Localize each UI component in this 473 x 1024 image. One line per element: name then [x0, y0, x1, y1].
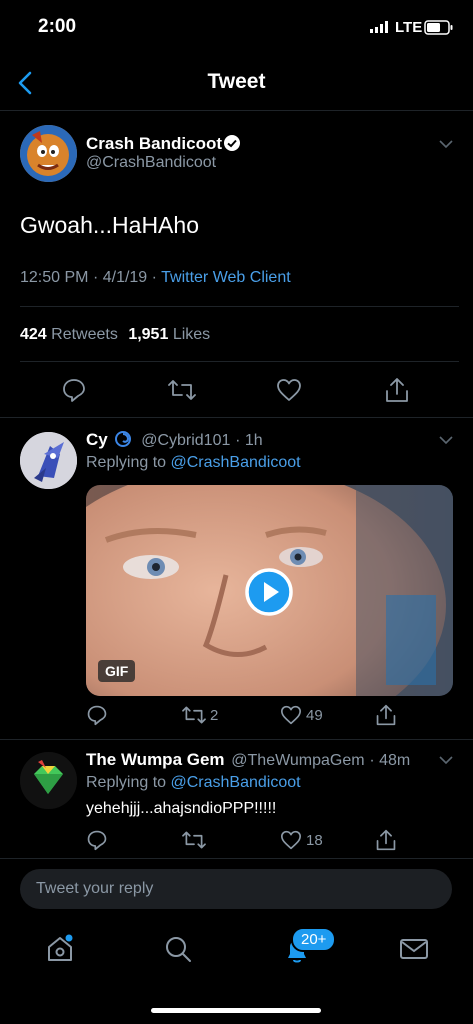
reply-2-handle[interactable]: @TheWumpaGem — [231, 752, 364, 769]
reply-2-text: yehehjjj...ahajsndioPPP!!!!! — [86, 800, 277, 817]
heart-icon — [281, 830, 301, 850]
chevron-down-icon[interactable] — [438, 754, 454, 766]
tab-search[interactable] — [164, 935, 192, 963]
home-icon — [48, 934, 73, 961]
avatar[interactable] — [20, 432, 77, 489]
share-icon — [376, 829, 396, 851]
play-icon — [245, 568, 293, 616]
share-button[interactable] — [375, 828, 397, 852]
reply-2-name[interactable]: The Wumpa Gem — [86, 750, 225, 769]
reply-button[interactable] — [86, 829, 108, 851]
tweet-text: Gwoah...HaHAho — [20, 212, 199, 238]
comment-icon — [87, 705, 107, 726]
retweets-count[interactable]: 424 — [20, 326, 47, 343]
mention-link[interactable]: @CrashBandicoot — [171, 454, 301, 471]
heart-icon — [281, 705, 301, 725]
reply-button[interactable] — [86, 704, 108, 726]
reply-2-replying-to: Replying to @CrashBandicoot — [86, 774, 301, 791]
author-handle[interactable]: @CrashBandicoot — [86, 154, 216, 172]
comment-icon — [87, 830, 107, 851]
signal-icon — [370, 21, 390, 33]
reply-input[interactable]: Tweet your reply — [20, 869, 452, 909]
battery-icon — [424, 20, 454, 35]
play-button[interactable] — [244, 567, 294, 617]
reply-2-time: · 48m — [369, 752, 411, 769]
chevron-down-icon[interactable] — [438, 138, 454, 150]
retweet-button[interactable] — [168, 377, 196, 403]
comment-icon — [63, 379, 85, 402]
tab-messages[interactable] — [399, 937, 429, 961]
reply-2-header: The Wumpa Gem @TheWumpaGem · 48m — [86, 750, 410, 770]
page-title: Tweet — [207, 70, 266, 93]
author-name[interactable]: Crash Bandicoot — [86, 134, 222, 154]
likes-count[interactable]: 1,951 — [128, 326, 168, 343]
retweets-label[interactable]: Retweets — [51, 326, 118, 343]
retweet-count: 2 — [210, 706, 219, 724]
status-time: 2:00 — [38, 16, 77, 37]
reply-1-handle[interactable]: @Cybrid101 — [141, 432, 230, 449]
retweet-icon — [168, 380, 196, 400]
chevron-down-icon[interactable] — [438, 434, 454, 446]
tweet-date: 4/1/19 — [102, 269, 148, 286]
like-count: 18 — [306, 831, 323, 849]
reply-1-replying-to: Replying to @CrashBandicoot — [86, 454, 301, 471]
share-button[interactable] — [384, 376, 410, 404]
retweet-icon — [182, 706, 206, 724]
retweet-button[interactable]: 2 — [182, 704, 218, 726]
reply-button[interactable] — [61, 377, 87, 403]
mention-link[interactable]: @CrashBandicoot — [171, 774, 301, 791]
heart-icon — [277, 379, 301, 401]
tweet-source-link[interactable]: Twitter Web Client — [161, 269, 291, 286]
search-icon — [166, 937, 191, 962]
retweet-icon — [182, 831, 206, 849]
share-icon — [386, 378, 408, 402]
retweet-button[interactable] — [182, 829, 206, 851]
share-icon — [376, 704, 396, 726]
like-button[interactable]: 49 — [280, 705, 323, 725]
tweet-meta: 12:50 PM · 4/1/19 · Twitter Web Client — [20, 269, 291, 286]
mail-icon — [400, 939, 428, 959]
likes-label[interactable]: Likes — [173, 326, 210, 343]
avatar[interactable] — [20, 125, 77, 182]
reply-1-header: Cy @Cybrid101 · 1h — [86, 430, 263, 450]
notifications-badge: 20+ — [291, 927, 337, 952]
gif-badge: GIF — [98, 660, 136, 682]
engagement-stats: 424 Retweets 1,951 Likes — [20, 326, 210, 344]
tab-home[interactable] — [46, 934, 74, 964]
reply-1-name[interactable]: Cy — [86, 430, 108, 449]
like-button[interactable]: 18 — [280, 830, 323, 850]
home-indicator — [151, 1008, 321, 1013]
reply-1-time: · 1h — [235, 432, 263, 449]
tweet-time: 12:50 PM — [20, 269, 89, 286]
like-button[interactable] — [276, 378, 302, 402]
avatar[interactable] — [20, 752, 77, 809]
network-label: LTE — [395, 19, 423, 36]
reply-input-placeholder: Tweet your reply — [36, 880, 154, 897]
cyclone-icon — [114, 430, 132, 448]
verified-icon — [223, 134, 241, 152]
share-button[interactable] — [375, 703, 397, 727]
like-count: 49 — [306, 706, 323, 724]
